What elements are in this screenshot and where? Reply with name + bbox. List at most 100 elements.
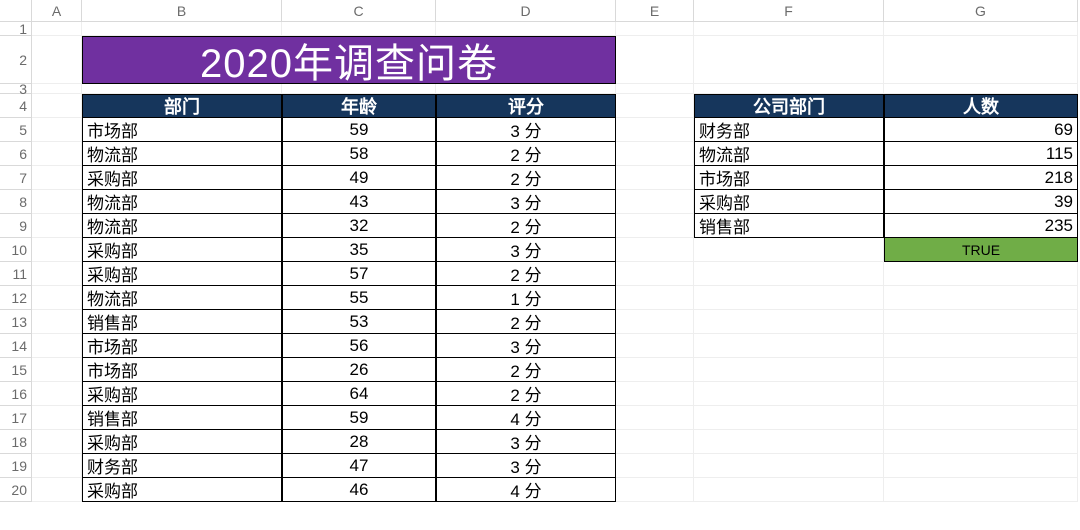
row-header-16[interactable]: 16 <box>0 382 32 406</box>
main-cell-dept[interactable]: 采购部 <box>82 430 282 454</box>
cell-F18[interactable] <box>694 430 884 454</box>
row-header-11[interactable]: 11 <box>0 262 32 286</box>
cell-A12[interactable] <box>32 286 82 310</box>
main-cell-dept[interactable]: 市场部 <box>82 334 282 358</box>
col-header-C[interactable]: C <box>282 0 436 22</box>
main-cell-dept[interactable]: 销售部 <box>82 406 282 430</box>
col-header-G[interactable]: G <box>884 0 1078 22</box>
cell-E5[interactable] <box>616 118 694 142</box>
main-cell-score[interactable]: 3 分 <box>436 334 616 358</box>
summary-cell-dept[interactable]: 销售部 <box>694 214 884 238</box>
main-cell-age[interactable]: 47 <box>282 454 436 478</box>
row-header-19[interactable]: 19 <box>0 454 32 478</box>
cell-F15[interactable] <box>694 358 884 382</box>
cell-E3[interactable] <box>616 84 694 94</box>
col-header-A[interactable]: A <box>32 0 82 22</box>
cell-A2[interactable] <box>32 36 82 84</box>
cell-E15[interactable] <box>616 358 694 382</box>
main-cell-age[interactable]: 58 <box>282 142 436 166</box>
row-header-17[interactable]: 17 <box>0 406 32 430</box>
cell-E19[interactable] <box>616 454 694 478</box>
main-cell-dept[interactable]: 采购部 <box>82 478 282 502</box>
main-cell-age[interactable]: 59 <box>282 118 436 142</box>
cell-A6[interactable] <box>32 142 82 166</box>
cell-G18[interactable] <box>884 430 1078 454</box>
main-cell-age[interactable]: 64 <box>282 382 436 406</box>
cell-A17[interactable] <box>32 406 82 430</box>
cell-E20[interactable] <box>616 478 694 502</box>
main-cell-score[interactable]: 3 分 <box>436 454 616 478</box>
cell-E16[interactable] <box>616 382 694 406</box>
cell-F12[interactable] <box>694 286 884 310</box>
main-cell-age[interactable]: 26 <box>282 358 436 382</box>
cell-F19[interactable] <box>694 454 884 478</box>
row-header-9[interactable]: 9 <box>0 214 32 238</box>
main-cell-age[interactable]: 28 <box>282 430 436 454</box>
summary-cell-dept[interactable]: 财务部 <box>694 118 884 142</box>
cell-F1[interactable] <box>694 22 884 36</box>
cell-A10[interactable] <box>32 238 82 262</box>
summary-cell-count[interactable]: 69 <box>884 118 1078 142</box>
summary-cell-count[interactable]: 218 <box>884 166 1078 190</box>
cell-F17[interactable] <box>694 406 884 430</box>
main-cell-score[interactable]: 2 分 <box>436 214 616 238</box>
cell-A19[interactable] <box>32 454 82 478</box>
col-header-D[interactable]: D <box>436 0 616 22</box>
main-cell-age[interactable]: 35 <box>282 238 436 262</box>
cell-A3[interactable] <box>32 84 82 94</box>
row-header-10[interactable]: 10 <box>0 238 32 262</box>
cell-E8[interactable] <box>616 190 694 214</box>
main-cell-dept[interactable]: 市场部 <box>82 118 282 142</box>
main-cell-dept[interactable]: 物流部 <box>82 214 282 238</box>
main-cell-dept[interactable]: 销售部 <box>82 310 282 334</box>
row-header-7[interactable]: 7 <box>0 166 32 190</box>
cell-G12[interactable] <box>884 286 1078 310</box>
cell-G15[interactable] <box>884 358 1078 382</box>
cell-G17[interactable] <box>884 406 1078 430</box>
row-header-20[interactable]: 20 <box>0 478 32 502</box>
cell-A13[interactable] <box>32 310 82 334</box>
main-cell-score[interactable]: 2 分 <box>436 310 616 334</box>
row-header-15[interactable]: 15 <box>0 358 32 382</box>
main-cell-age[interactable]: 55 <box>282 286 436 310</box>
cell-E7[interactable] <box>616 166 694 190</box>
row-header-1[interactable]: 1 <box>0 22 32 36</box>
main-cell-age[interactable]: 49 <box>282 166 436 190</box>
row-header-4[interactable]: 4 <box>0 94 32 118</box>
cell-F10[interactable] <box>694 238 884 262</box>
cell-A16[interactable] <box>32 382 82 406</box>
cell-F11[interactable] <box>694 262 884 286</box>
cell-A14[interactable] <box>32 334 82 358</box>
main-cell-score[interactable]: 2 分 <box>436 358 616 382</box>
cell-A8[interactable] <box>32 190 82 214</box>
main-cell-score[interactable]: 4 分 <box>436 478 616 502</box>
cell-A18[interactable] <box>32 430 82 454</box>
main-cell-score[interactable]: 3 分 <box>436 430 616 454</box>
cell-F16[interactable] <box>694 382 884 406</box>
summary-cell-dept[interactable]: 采购部 <box>694 190 884 214</box>
summary-cell-dept[interactable]: 市场部 <box>694 166 884 190</box>
main-cell-age[interactable]: 57 <box>282 262 436 286</box>
cell-G11[interactable] <box>884 262 1078 286</box>
row-header-2[interactable]: 2 <box>0 36 32 84</box>
main-cell-dept[interactable]: 市场部 <box>82 358 282 382</box>
cell-F20[interactable] <box>694 478 884 502</box>
cell-A15[interactable] <box>32 358 82 382</box>
cell-E11[interactable] <box>616 262 694 286</box>
main-cell-age[interactable]: 59 <box>282 406 436 430</box>
cell-E1[interactable] <box>616 22 694 36</box>
select-all-corner[interactable] <box>0 0 32 22</box>
main-cell-dept[interactable]: 采购部 <box>82 166 282 190</box>
cell-E6[interactable] <box>616 142 694 166</box>
cell-G14[interactable] <box>884 334 1078 358</box>
main-cell-score[interactable]: 2 分 <box>436 166 616 190</box>
row-header-6[interactable]: 6 <box>0 142 32 166</box>
cell-G13[interactable] <box>884 310 1078 334</box>
cell-A4[interactable] <box>32 94 82 118</box>
main-cell-score[interactable]: 2 分 <box>436 262 616 286</box>
main-cell-score[interactable]: 3 分 <box>436 238 616 262</box>
cell-G19[interactable] <box>884 454 1078 478</box>
main-cell-score[interactable]: 1 分 <box>436 286 616 310</box>
col-header-F[interactable]: F <box>694 0 884 22</box>
row-header-18[interactable]: 18 <box>0 430 32 454</box>
